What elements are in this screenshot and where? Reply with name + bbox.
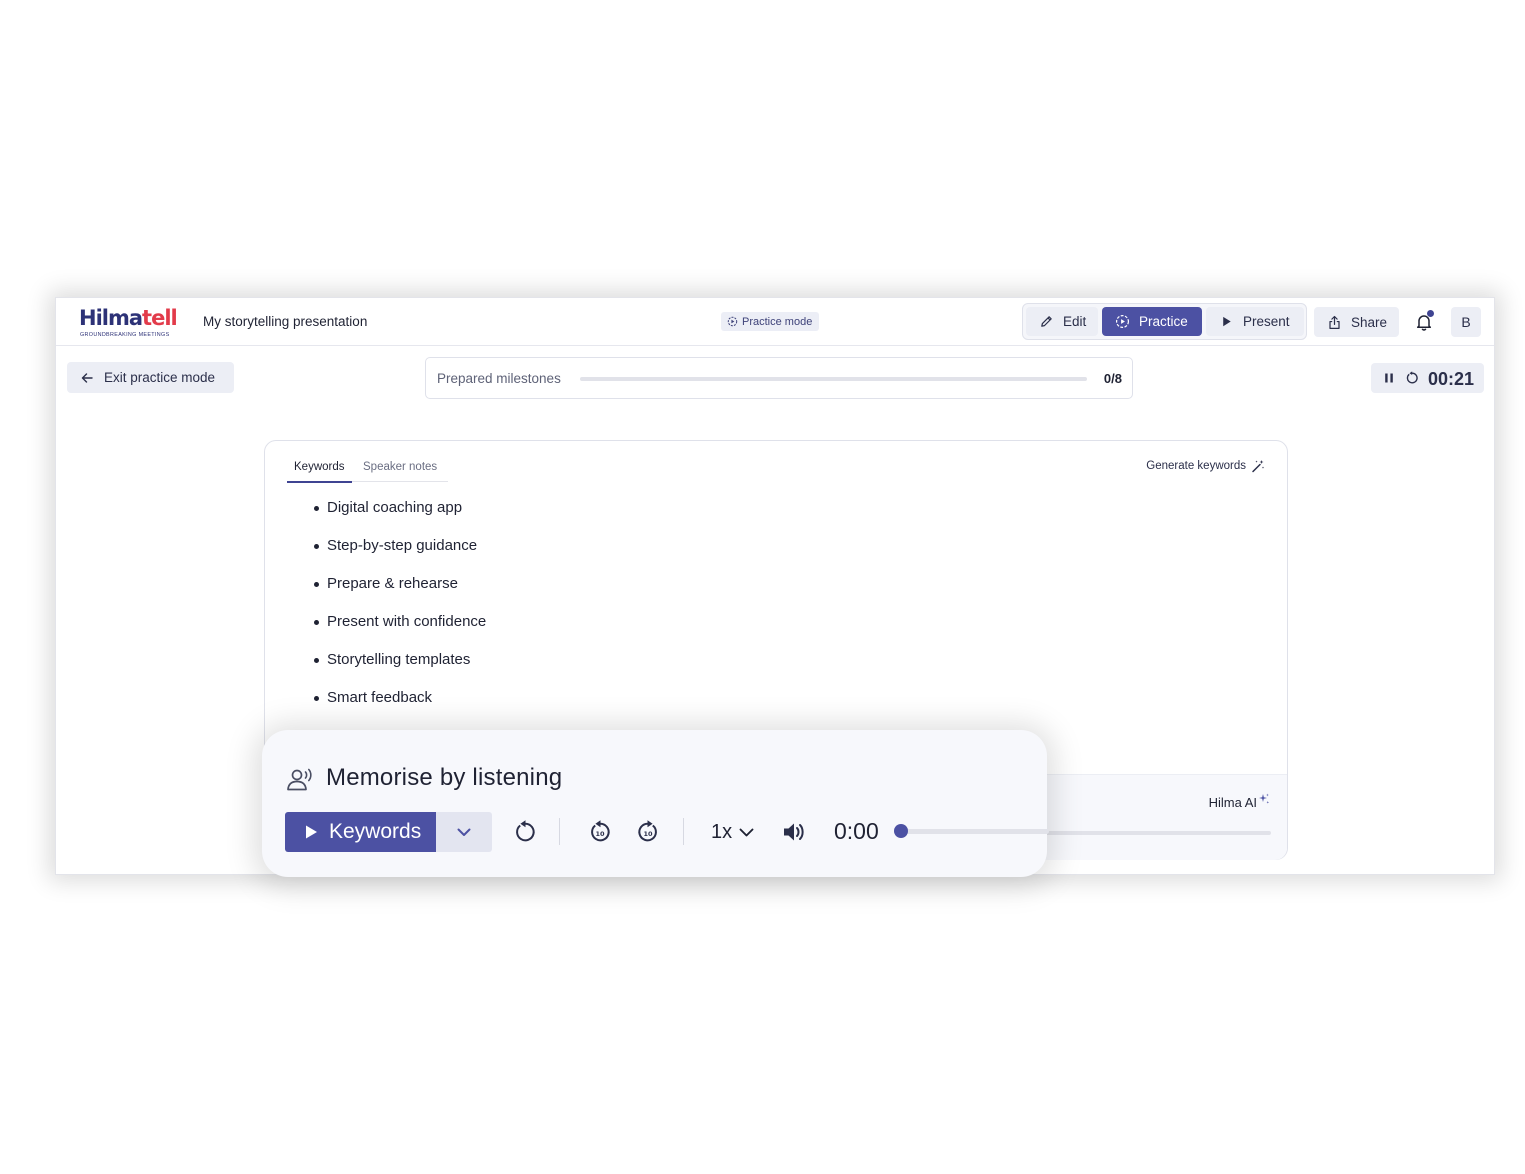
share-icon [1329,315,1340,329]
present-label: Present [1243,314,1290,329]
separator [559,818,560,845]
logo-tagline: GROUNDBREAKING MEETINGS [80,332,170,338]
hilma-ai-text: Hilma AI [1208,795,1257,810]
mode-badge: Practice mode [721,312,820,331]
practice-label: Practice [1139,314,1188,329]
timer-value: 00:21 [1428,369,1475,389]
player-title: Memorise by listening [326,764,563,791]
svg-text:10: 10 [595,830,605,838]
milestones-progress: Prepared milestones 0/8 [425,357,1133,399]
tab-keywords[interactable]: Keywords [287,459,352,483]
keyword-item: Prepare & rehearse [314,574,486,612]
share-button[interactable]: Share [1314,307,1399,337]
generate-keywords-button[interactable]: Generate keywords [1146,459,1265,473]
generate-keywords-label: Generate keywords [1146,460,1246,472]
practice-button[interactable]: Practice [1102,307,1202,336]
keyword-item: Present with confidence [314,612,486,650]
separator [683,818,684,845]
milestones-label: Prepared milestones [437,371,561,386]
playback-speed-value: 1x [711,820,733,843]
play-icon [1223,316,1231,327]
reset-icon[interactable] [1405,371,1419,385]
rewind-10-icon[interactable]: 10 [587,819,613,845]
source-dropdown-button[interactable] [436,812,492,852]
play-icon [306,825,317,839]
play-keywords-group: Keywords [285,812,492,852]
replay-icon[interactable] [512,819,538,845]
playback-progress-track[interactable] [903,829,1049,834]
playback-progress-knob[interactable] [894,824,908,838]
magic-wand-icon [1252,460,1265,473]
sparkle-icon [1259,793,1270,804]
document-title: My storytelling presentation [203,314,368,329]
listening-player: Memorise by listening Keywords 10 10 1x … [262,730,1049,877]
mode-badge-label: Practice mode [742,315,813,328]
svg-text:10: 10 [643,830,653,838]
top-bar: Hilmatell GROUNDBREAKING MEETINGS My sto… [56,298,1494,346]
present-button[interactable]: Present [1206,307,1304,336]
practice-mode-icon [727,316,738,327]
exit-practice-label: Exit practice mode [104,370,216,385]
keyword-item: Storytelling templates [314,650,486,688]
keyword-item: Step-by-step guidance [314,536,486,574]
milestones-count: 0/8 [1103,371,1122,386]
milestones-track [580,377,1087,381]
practice-timer: 00:21 [1371,363,1484,393]
arrow-left-icon [81,372,93,383]
practice-play-circle-icon [1115,314,1130,329]
hilma-ai-label: Hilma AI [1208,793,1270,810]
playback-speed-select[interactable]: 1x [711,819,755,845]
chevron-down-icon [739,828,754,837]
avatar[interactable]: B [1451,307,1481,337]
keyword-item: Digital coaching app [314,498,486,536]
mode-switch: Edit Practice Present [1022,303,1307,340]
edit-label: Edit [1063,314,1087,329]
hilmatell-logo[interactable]: Hilmatell GROUNDBREAKING MEETINGS [79,306,181,338]
logo-wordmark: Hilmatell [79,306,178,330]
chevron-down-icon [457,828,471,836]
edit-button[interactable]: Edit [1026,307,1098,336]
pencil-icon [1041,316,1052,327]
play-keywords-label: Keywords [329,820,422,843]
tab-speaker-notes[interactable]: Speaker notes [356,459,444,483]
pause-icon[interactable] [1382,371,1396,385]
share-label: Share [1351,314,1388,330]
listening-person-icon [287,768,312,791]
keyword-item: Smart feedback [314,688,486,726]
exit-practice-button[interactable]: Exit practice mode [67,362,234,393]
forward-10-icon[interactable]: 10 [635,819,661,845]
play-keywords-button[interactable]: Keywords [285,812,436,852]
notification-dot [1427,310,1434,317]
playback-time: 0:00 [834,818,879,844]
volume-icon[interactable] [781,819,807,845]
keyword-list: Digital coaching app Step-by-step guidan… [314,498,486,726]
